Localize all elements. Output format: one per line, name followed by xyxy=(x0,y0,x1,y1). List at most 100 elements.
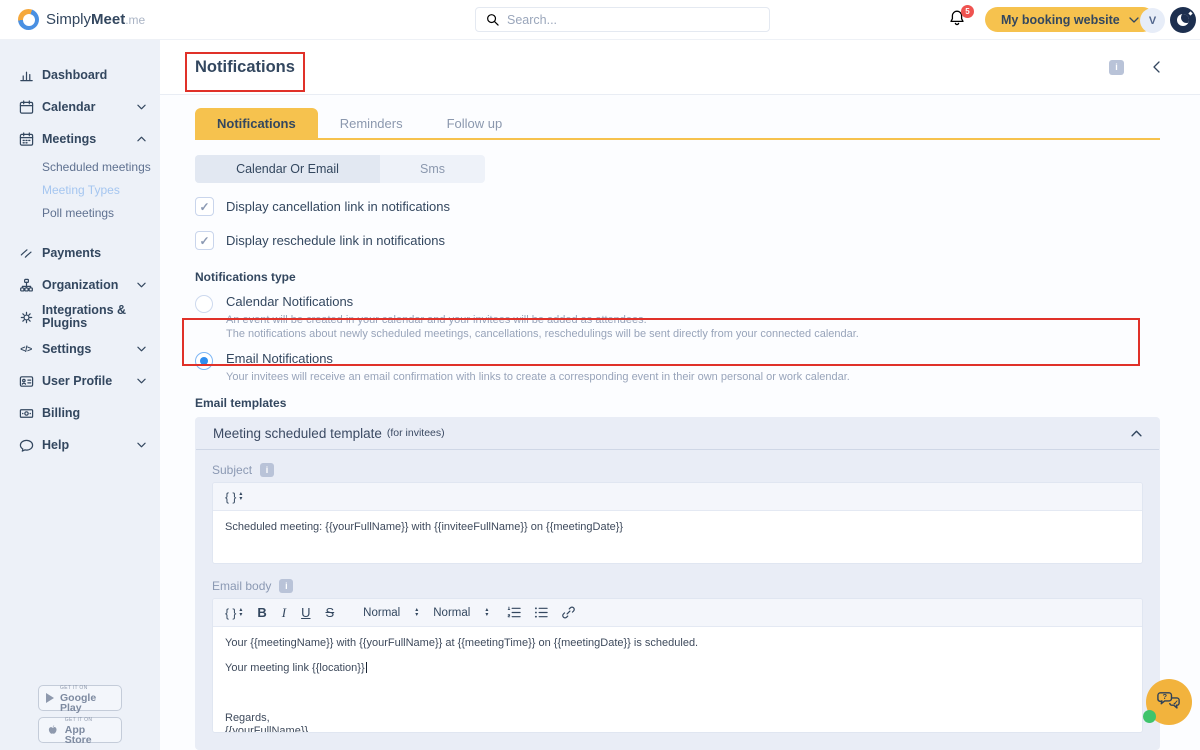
tab-underline xyxy=(195,138,1160,140)
updown-arrows-icon xyxy=(239,492,242,501)
meeting-scheduled-panel-header[interactable]: Meeting scheduled template (for invitees… xyxy=(195,417,1160,449)
meetings-submenu: Scheduled meetings Meeting Types Poll me… xyxy=(0,155,160,224)
email-body-toolbar: { } B I U S Normal xyxy=(213,599,1142,627)
sidebar-item-calendar[interactable]: Calendar xyxy=(0,91,160,123)
sidebar-subitem-poll-meetings[interactable]: Poll meetings xyxy=(42,201,160,224)
sidebar-item-payments[interactable]: Payments xyxy=(0,237,160,269)
logo-text: SimplyMeet.me xyxy=(46,11,145,28)
chevron-down-icon xyxy=(137,104,146,110)
sidebar-item-meetings[interactable]: Meetings xyxy=(0,123,160,155)
tab-sms[interactable]: Sms xyxy=(380,155,485,183)
insert-variable-button[interactable]: { } xyxy=(225,490,242,504)
option-description: An event will be created in your calenda… xyxy=(226,313,859,327)
ordered-list-icon xyxy=(507,606,522,619)
logo-icon xyxy=(18,9,39,30)
calendar-notifications-radio[interactable] xyxy=(195,295,213,313)
search-input[interactable] xyxy=(507,13,759,27)
meetings-icon xyxy=(18,131,34,147)
subject-input[interactable]: Scheduled meeting: {{yourFullName}} with… xyxy=(213,511,1142,563)
sidebar-item-billing[interactable]: Billing xyxy=(0,397,160,429)
tab-follow-up[interactable]: Follow up xyxy=(425,108,525,138)
sidebar-subitem-meeting-types[interactable]: Meeting Types xyxy=(42,178,160,201)
italic-button[interactable]: I xyxy=(282,605,286,621)
online-status-dot xyxy=(1143,710,1156,723)
support-chat-button[interactable]: ? ✓ xyxy=(1146,679,1192,725)
google-play-icon xyxy=(46,693,54,703)
tab-reminders[interactable]: Reminders xyxy=(318,108,425,138)
app-store-badge[interactable]: GET IT ON App Store xyxy=(38,717,122,743)
bold-button[interactable]: B xyxy=(257,605,266,620)
bullet-list-icon xyxy=(534,606,549,619)
insert-variable-button[interactable]: { } xyxy=(225,606,242,620)
notifications-count-badge: 5 xyxy=(961,5,974,18)
notifications-type-heading: Notifications type xyxy=(195,270,1160,284)
organization-icon xyxy=(18,277,34,293)
page-info-icon[interactable] xyxy=(1109,60,1124,75)
sidebar-subitem-scheduled-meetings[interactable]: Scheduled meetings xyxy=(42,155,160,178)
ordered-list-button[interactable] xyxy=(507,605,522,620)
sidebar-item-dashboard[interactable]: Dashboard xyxy=(0,59,160,91)
sidebar: Dashboard Calendar Meetings Scheduled me… xyxy=(0,40,160,750)
email-body-input[interactable]: Your {{meetingName}} with {{yourFullName… xyxy=(213,627,1142,732)
page-header: Notifications xyxy=(160,40,1200,95)
chevron-down-icon xyxy=(137,346,146,352)
notifications-settings: Notifications Reminders Follow up Calend… xyxy=(160,108,1200,750)
option-description: The notifications about newly scheduled … xyxy=(226,327,859,341)
chat-bubbles-icon: ? ✓ xyxy=(1155,689,1183,715)
dark-mode-toggle[interactable] xyxy=(1170,7,1196,33)
chevron-left-icon xyxy=(1152,61,1160,73)
google-play-badge[interactable]: GET IT ON Google Play xyxy=(38,685,122,711)
global-search xyxy=(475,7,770,32)
sidebar-item-help[interactable]: Help xyxy=(0,429,160,461)
updown-arrows-icon xyxy=(415,608,418,617)
underline-button[interactable]: U xyxy=(301,605,310,620)
apple-icon xyxy=(46,723,59,738)
chevron-up-icon xyxy=(137,136,146,142)
font-select[interactable]: Normal xyxy=(363,607,418,619)
calendar-notifications-option: Calendar Notifications An event will be … xyxy=(195,294,1160,341)
moon-icon xyxy=(1177,14,1189,26)
app-logo[interactable]: SimplyMeet.me xyxy=(18,9,145,30)
subject-info-icon[interactable] xyxy=(260,463,274,477)
search-icon xyxy=(486,13,499,26)
chevron-up-icon xyxy=(1131,430,1142,437)
main-content: Notifications Notifications Reminders Fo… xyxy=(160,40,1200,750)
sidebar-item-user-profile[interactable]: User Profile xyxy=(0,365,160,397)
cancellation-link-checkbox[interactable] xyxy=(195,197,214,216)
my-booking-website-button[interactable]: My booking website xyxy=(985,7,1155,32)
email-notifications-radio[interactable] xyxy=(195,352,213,370)
sidebar-item-integrations-plugins[interactable]: Integrations & Plugins xyxy=(0,301,160,333)
chevron-down-icon xyxy=(137,378,146,384)
link-icon xyxy=(561,605,576,620)
updown-arrows-icon xyxy=(485,608,488,617)
option-description: Your invitees will receive an email conf… xyxy=(226,370,850,384)
svg-text:?: ? xyxy=(1163,692,1168,701)
bullet-list-button[interactable] xyxy=(534,605,549,620)
integrations-icon xyxy=(18,309,34,325)
svg-text:✓: ✓ xyxy=(1173,700,1179,707)
strikethrough-button[interactable]: S xyxy=(326,605,335,620)
dashboard-icon xyxy=(18,67,34,83)
meeting-scheduled-template-panel: Meeting scheduled template (for invitees… xyxy=(195,417,1160,750)
billing-icon xyxy=(18,405,34,421)
tab-bar: Notifications Reminders Follow up xyxy=(195,108,1160,138)
size-select[interactable]: Normal xyxy=(433,607,488,619)
user-profile-icon xyxy=(18,373,34,389)
email-templates-heading: Email templates xyxy=(195,396,1160,410)
subject-label-row: Subject xyxy=(212,462,1143,477)
subject-toolbar: { } xyxy=(213,483,1142,511)
notifications-bell-button[interactable]: 5 xyxy=(948,9,970,31)
tab-calendar-or-email[interactable]: Calendar Or Email xyxy=(195,155,380,183)
chevron-down-icon xyxy=(137,282,146,288)
email-body-label-row: Email body xyxy=(212,578,1143,593)
reschedule-link-checkbox[interactable] xyxy=(195,231,214,250)
email-body-editor: { } B I U S Normal xyxy=(212,598,1143,733)
email-body-info-icon[interactable] xyxy=(279,579,293,593)
insert-link-button[interactable] xyxy=(561,605,576,620)
collapse-panel-button[interactable] xyxy=(1152,61,1160,73)
tab-notifications[interactable]: Notifications xyxy=(195,108,318,138)
sidebar-item-settings[interactable]: Settings xyxy=(0,333,160,365)
calendar-icon xyxy=(18,99,34,115)
sidebar-item-organization[interactable]: Organization xyxy=(0,269,160,301)
user-avatar[interactable]: V xyxy=(1140,8,1165,33)
